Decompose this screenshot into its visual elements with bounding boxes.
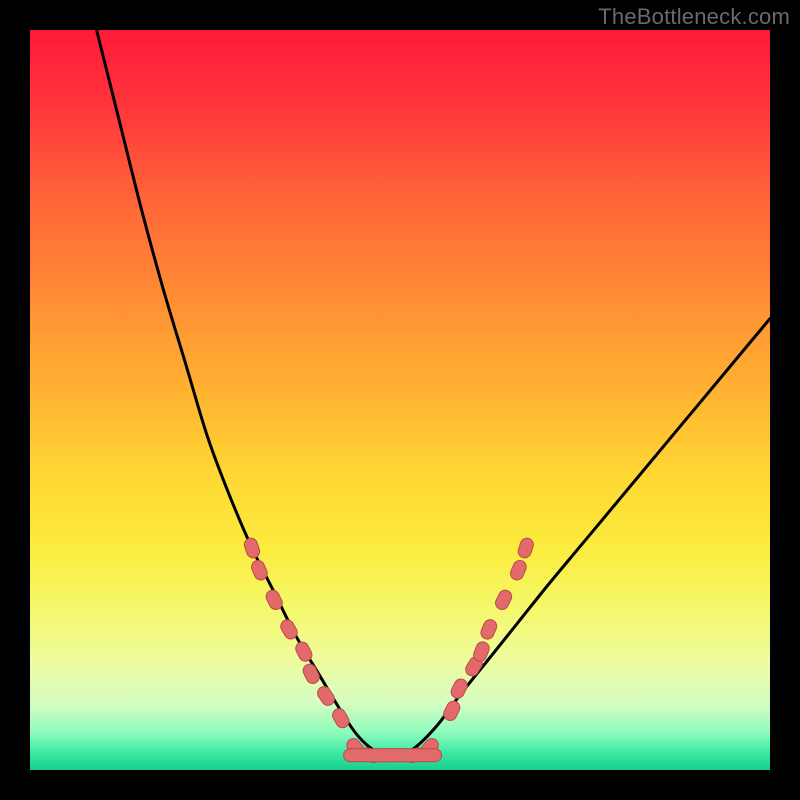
curve-marker xyxy=(315,684,337,708)
plateau-bar xyxy=(344,749,442,762)
outer-frame: TheBottleneck.com xyxy=(0,0,800,800)
curve-marker xyxy=(516,536,535,559)
chart-svg xyxy=(30,30,770,770)
curve-marker xyxy=(449,677,470,701)
curve-marker xyxy=(493,588,514,612)
curve-marker xyxy=(479,618,499,642)
bottleneck-curve xyxy=(97,30,770,756)
curve-marker xyxy=(442,699,463,723)
curve-marker xyxy=(301,662,322,686)
curve-marker xyxy=(330,706,351,730)
curve-marker xyxy=(243,536,262,559)
curve-marker xyxy=(508,558,528,582)
plot-area xyxy=(30,30,770,770)
watermark-text: TheBottleneck.com xyxy=(598,4,790,30)
